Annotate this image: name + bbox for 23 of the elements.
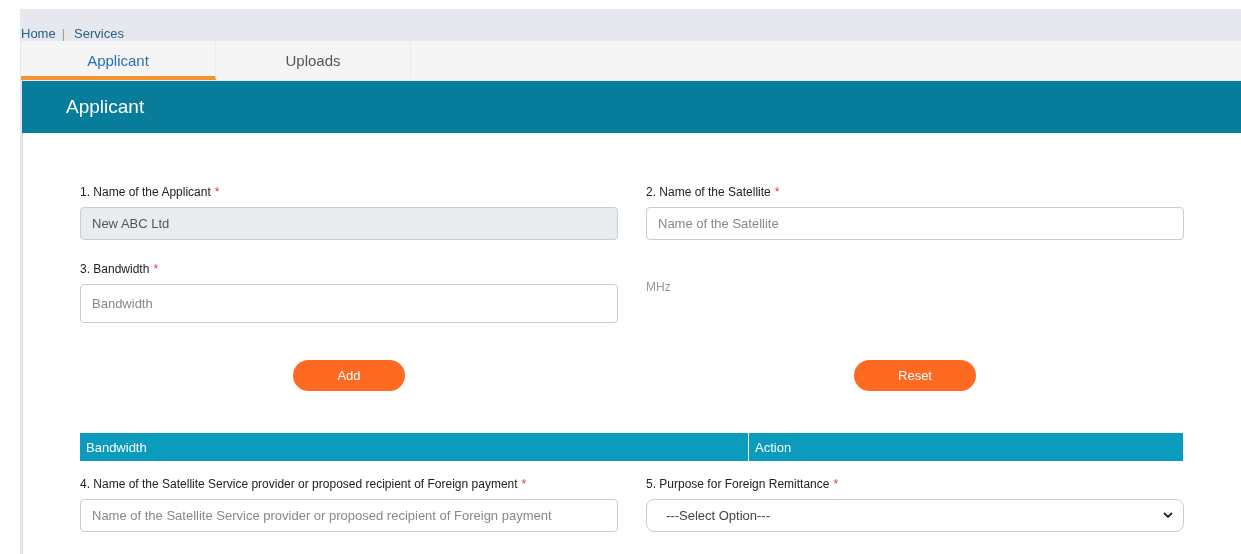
required-mark: * xyxy=(833,477,839,491)
column-header: Bandwidth xyxy=(80,433,749,461)
input-field[interactable]: Name of the Satellite xyxy=(646,207,1184,240)
required-mark: * xyxy=(774,185,780,199)
required-mark: * xyxy=(153,262,159,276)
required-mark: * xyxy=(521,477,527,491)
breadcrumb-link[interactable]: Services xyxy=(74,25,124,41)
select-dropdown[interactable]: ---Select Option--- xyxy=(646,499,1184,532)
field-label: 4. Name of the Satellite Service provider or proposed recipient of Foreign payment xyxy=(80,477,518,491)
breadcrumb-separator: | xyxy=(61,25,66,41)
breadcrumb-link[interactable]: Home xyxy=(21,25,56,41)
field-label: 2. Name of the Satellite xyxy=(646,185,771,199)
required-mark: * xyxy=(214,185,220,199)
panel-title: Applicant xyxy=(66,96,145,118)
column-header: Action xyxy=(754,438,792,457)
input-field[interactable]: Name of the Satellite Service provider or proposed recipient of Foreign payment xyxy=(80,499,618,532)
field-label: 5. Purpose for Foreign Remittance xyxy=(646,477,830,491)
field-label: 3. Bandwidth xyxy=(80,262,150,276)
tab[interactable]: Applicant xyxy=(21,41,216,80)
input-field[interactable]: Bandwidth xyxy=(80,284,618,323)
field-label: 1. Name of the Applicant xyxy=(80,185,211,199)
unit-label: MHz xyxy=(646,280,672,294)
chevron-down-icon xyxy=(1163,512,1173,519)
